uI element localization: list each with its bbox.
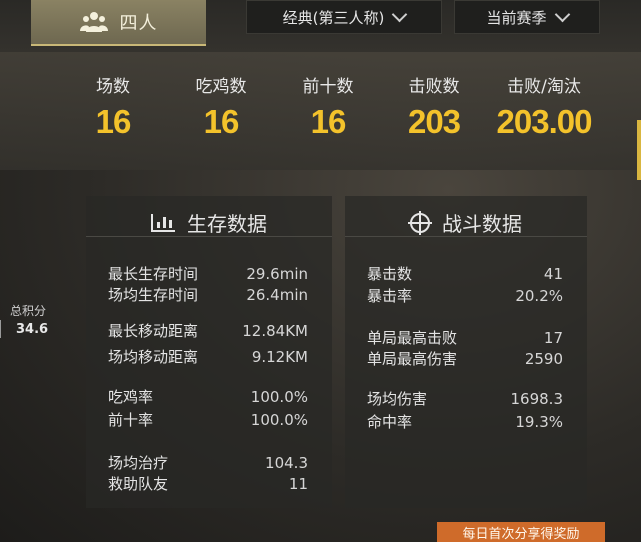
stat-top10: 前十数 16 bbox=[292, 72, 364, 141]
panel-title-label: 战斗数据 bbox=[442, 212, 522, 236]
chevron-down-icon bbox=[392, 6, 408, 22]
stat-value: 203 bbox=[407, 103, 461, 140]
divider bbox=[86, 236, 332, 237]
panel-title-label: 生存数据 bbox=[187, 212, 267, 236]
stat-row: 吃鸡率 100.0% bbox=[108, 388, 308, 406]
survival-title: 生存数据 bbox=[86, 208, 332, 237]
stat-row: 单局最高击败 17 bbox=[367, 329, 563, 347]
stat-value: 203.00 bbox=[496, 103, 593, 140]
season-dropdown[interactable]: 当前赛季 bbox=[454, 0, 600, 34]
season-value: 当前赛季 bbox=[486, 8, 547, 27]
stat-row: 场均治疗 104.3 bbox=[108, 454, 308, 472]
survival-panel: 生存数据 最长生存时间 29.6min 场均生存时间 26.4min 最长移动距离 1… bbox=[86, 196, 332, 508]
total-score-label: 总积分 bbox=[10, 304, 47, 318]
stat-value: 16 bbox=[95, 103, 132, 140]
stat-kd: 击败/淘汰 203.00 bbox=[484, 72, 604, 141]
divider bbox=[345, 236, 587, 237]
combat-panel: 战斗数据 暴击数 41 暴击率 20.2% 单局最高击败 17 单局最高伤害 2590 … bbox=[345, 196, 587, 508]
stat-row: 命中率 19.3% bbox=[367, 413, 563, 431]
stat-row: 暴击数 41 bbox=[367, 265, 563, 283]
tab-label: 四人 bbox=[119, 13, 158, 34]
crosshair-icon bbox=[410, 212, 430, 233]
stat-matches: 场数 16 bbox=[82, 72, 144, 141]
combat-title: 战斗数据 bbox=[345, 208, 587, 237]
perspective-dropdown[interactable]: 经典(第三人称) bbox=[246, 0, 442, 34]
share-reward-button[interactable]: 每日首次分享得奖励 bbox=[437, 522, 605, 542]
chevron-down-icon bbox=[554, 6, 570, 22]
rank-icon bbox=[0, 320, 11, 338]
squad-icon bbox=[79, 11, 108, 33]
stat-row: 单局最高伤害 2590 bbox=[367, 350, 563, 368]
stat-row: 前十率 100.0% bbox=[108, 411, 308, 429]
perspective-value: 经典(第三人称) bbox=[282, 8, 385, 27]
scroll-indicator bbox=[637, 120, 641, 180]
total-score-value: 34.6 bbox=[16, 322, 49, 337]
stat-value: 16 bbox=[203, 103, 240, 140]
stat-wins: 吃鸡数 16 bbox=[185, 72, 257, 141]
stat-row: 场均伤害 1698.3 bbox=[367, 390, 563, 408]
bar-chart-icon bbox=[151, 213, 175, 232]
stat-row: 场均生存时间 26.4min bbox=[108, 286, 308, 304]
stat-label: 吃鸡数 bbox=[195, 77, 247, 97]
stat-kills: 击败数 203 bbox=[395, 72, 473, 141]
stat-row: 场均移动距离 9.12KM bbox=[108, 348, 308, 366]
stat-row: 最长移动距离 12.84KM bbox=[108, 322, 308, 340]
tab-squad[interactable]: 四人 bbox=[31, 0, 206, 46]
stat-label: 击败/淘汰 bbox=[507, 77, 581, 97]
stat-row: 最长生存时间 29.6min bbox=[108, 265, 308, 283]
stat-value: 16 bbox=[310, 103, 347, 140]
stat-row: 暴击率 20.2% bbox=[367, 287, 563, 305]
stat-label: 前十数 bbox=[302, 77, 354, 97]
stat-row: 救助队友 11 bbox=[108, 475, 308, 493]
stat-label: 场数 bbox=[96, 77, 130, 97]
stat-label: 击败数 bbox=[408, 77, 460, 97]
